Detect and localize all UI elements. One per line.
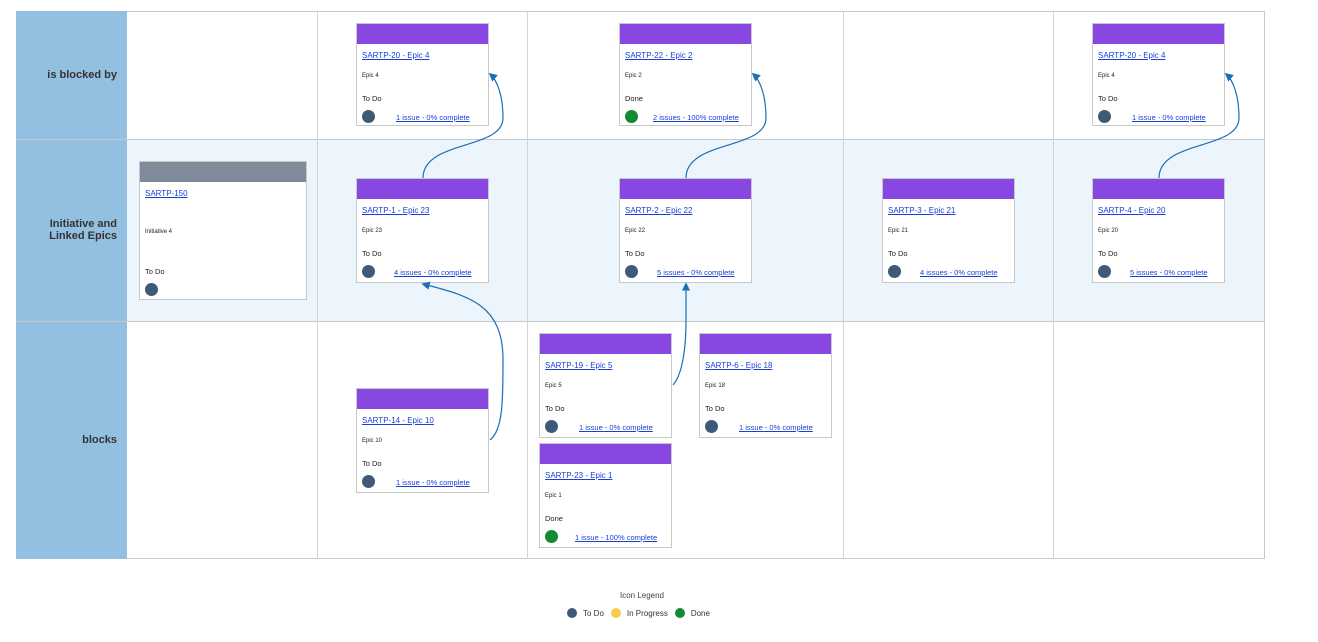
- icon-legend: To Do In Progress Done: [567, 608, 717, 618]
- done-status-icon: [674, 608, 685, 618]
- legend-label: Done: [690, 608, 710, 618]
- dependency-arrow: [422, 72, 504, 179]
- in-progress-status-icon: [610, 608, 621, 618]
- dependency-arrow: [685, 72, 767, 179]
- legend-label: In Progress: [626, 608, 668, 618]
- todo-status-icon: [567, 608, 577, 618]
- dependency-arrow: [672, 282, 691, 386]
- legend-item-todo: To Do: [567, 608, 604, 618]
- dependency-arrow: [421, 281, 504, 441]
- legend-label: To Do: [583, 608, 604, 618]
- legend-item-done: Done: [674, 608, 710, 618]
- dependency-arrow: [1158, 72, 1240, 179]
- dependency-arrows: [421, 72, 1240, 441]
- legend-item-in-progress: In Progress: [610, 608, 668, 618]
- legend-title: Icon Legend: [619, 591, 665, 600]
